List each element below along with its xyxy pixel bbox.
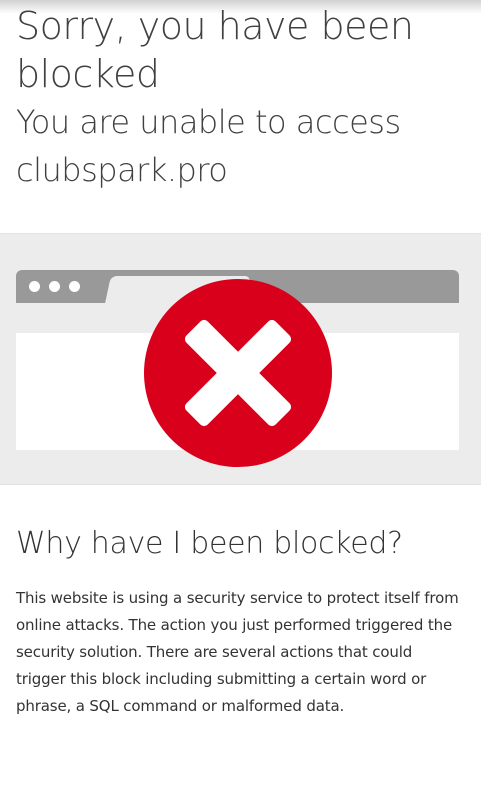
browser-dot-icon	[69, 281, 80, 292]
subtitle-prefix: You are unable to access	[16, 103, 401, 141]
block-badge	[144, 279, 332, 467]
browser-dot-icon	[29, 281, 40, 292]
browser-illustration	[16, 270, 459, 467]
illustration-band	[0, 233, 481, 485]
block-header: Sorry, you have been blocked You are una…	[16, 2, 471, 194]
reason-heading: Why have I been blocked?	[16, 526, 403, 561]
blocked-domain: clubspark.pro	[16, 151, 228, 189]
browser-dot-icon	[49, 281, 60, 292]
reason-section: Why have I been blocked? This website is…	[16, 519, 466, 720]
page-title: Sorry, you have been blocked	[16, 4, 414, 96]
top-shadow	[0, 0, 481, 14]
reason-text: This website is using a security service…	[16, 589, 459, 715]
page-subtitle: You are unable to access clubspark.pro	[16, 98, 471, 194]
block-x-icon	[184, 319, 292, 427]
